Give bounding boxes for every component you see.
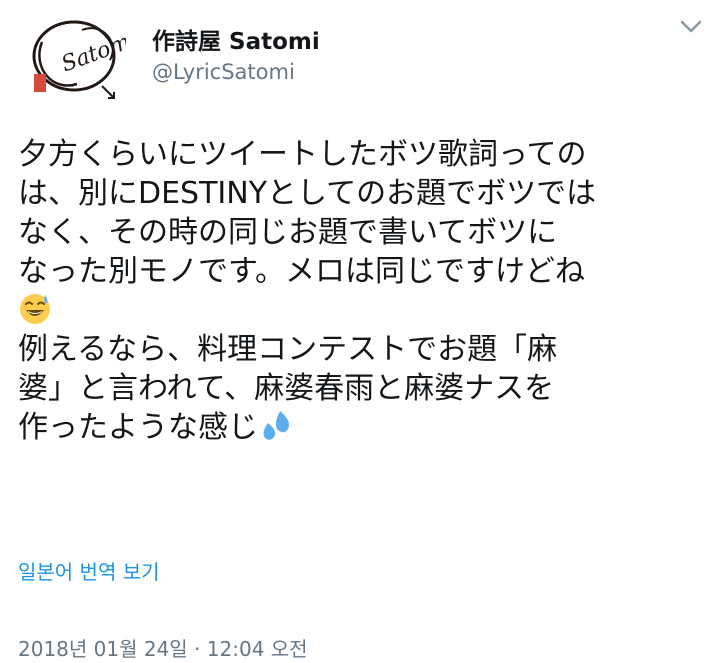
tweet-line: 婆」と言われて、麻婆春雨と麻婆ナスを xyxy=(18,371,555,406)
smiling-face-with-sweat-emoji xyxy=(20,294,50,324)
tweet-last-line: 作ったような感じ xyxy=(18,408,708,447)
tweet-line: 例えるなら、料理コンテストでお題「麻 xyxy=(18,332,558,367)
svg-text:Satomi: Satomi xyxy=(58,27,126,77)
chevron-down-icon xyxy=(680,20,702,33)
user-handle[interactable]: @LyricSatomi xyxy=(152,60,295,84)
tweet-line: は、別にDESTINYとしてのお題でボツでは xyxy=(18,176,597,211)
translate-link[interactable]: 일본어 번역 보기 xyxy=(18,556,160,585)
tweet-text: 夕方くらいにツイートしたボツ歌詞っての は、別にDESTINYとしてのお題でボツ… xyxy=(18,135,708,447)
tweet-line: なく、その時の同じお題で書いてボツに xyxy=(18,215,558,250)
tweet-line: なった別モノです。メロは同じですけどね xyxy=(18,254,585,289)
display-name[interactable]: 作詩屋 Satomi xyxy=(152,22,320,56)
tweet-timestamp[interactable]: 2018년 01월 24일 · 12:04 오전 xyxy=(18,633,308,662)
avatar[interactable]: Satomi xyxy=(22,12,126,102)
sweat-droplets-emoji xyxy=(263,411,289,440)
avatar-logo-image: Satomi xyxy=(32,20,126,99)
tweet-menu-button[interactable] xyxy=(674,10,708,44)
tweet-line: 作ったような感じ xyxy=(18,410,258,445)
tweet-emoji-line xyxy=(18,291,708,330)
tweet-header: Satomi 作詩屋 Satomi @LyricSatomi xyxy=(0,0,720,110)
tweet-line: 夕方くらいにツイートしたボツ歌詞っての xyxy=(18,137,587,172)
